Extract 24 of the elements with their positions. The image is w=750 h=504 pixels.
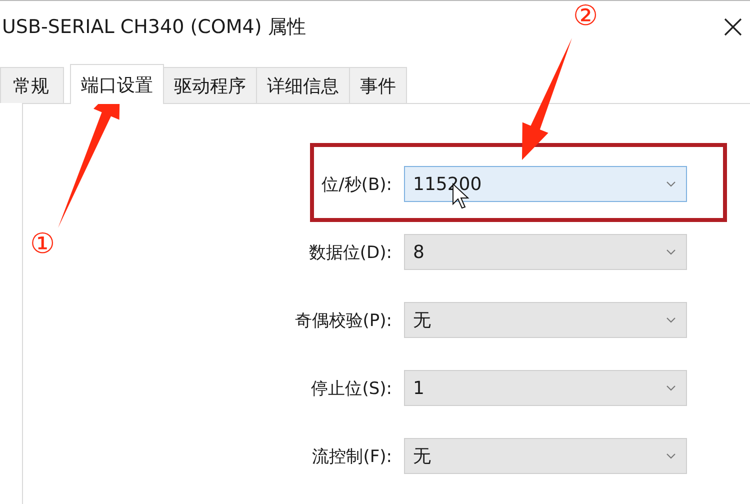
- step-number: ②: [573, 2, 598, 30]
- dropdown[interactable]: 无: [404, 438, 687, 474]
- field-label: 停止位(S):: [311, 378, 392, 400]
- dropdown[interactable]: 1: [404, 370, 687, 406]
- field-label: 数据位(D):: [308, 242, 392, 264]
- tab[interactable]: 端口设置: [70, 64, 164, 104]
- chevron-down-icon: [666, 249, 676, 255]
- chevron-down-icon: [666, 317, 676, 323]
- chevron-down-icon: [666, 181, 676, 187]
- field-label: 奇偶校验(P):: [294, 310, 392, 332]
- chevron-down-icon: [666, 385, 676, 391]
- dropdown[interactable]: 8: [404, 234, 687, 270]
- tab[interactable]: 驱动程序: [163, 67, 257, 103]
- step-number: ①: [30, 230, 56, 258]
- chevron-down-icon: [666, 453, 676, 459]
- field-label: 位/秒(B):: [322, 174, 392, 196]
- dropdown[interactable]: 115200: [404, 166, 687, 202]
- tab[interactable]: 常规: [0, 67, 64, 103]
- tab[interactable]: 事件: [349, 67, 407, 103]
- window-title: USB-SERIAL CH340 (COM4) 属性: [2, 14, 306, 40]
- close-icon[interactable]: [724, 18, 742, 36]
- tab[interactable]: 详细信息: [256, 67, 350, 103]
- dropdown[interactable]: 无: [404, 302, 687, 338]
- field-label: 流控制(F):: [312, 446, 392, 468]
